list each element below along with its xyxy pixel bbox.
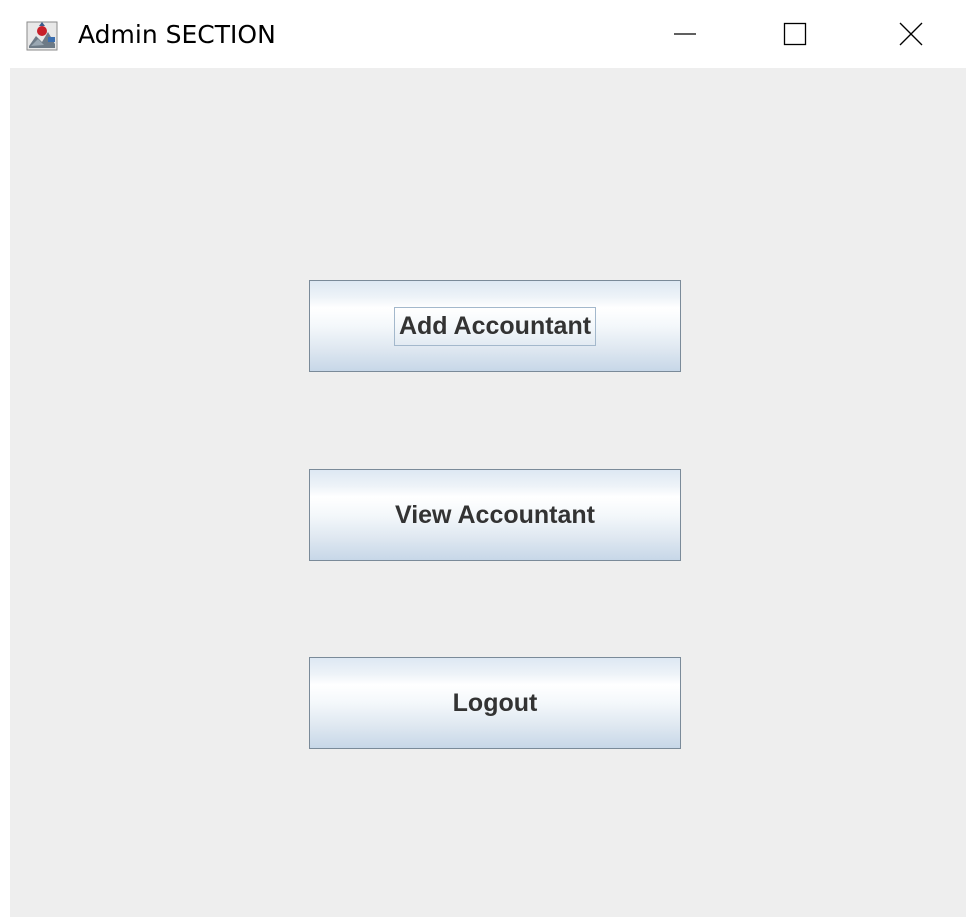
maximize-button[interactable]	[740, 0, 850, 68]
close-button[interactable]	[856, 0, 966, 68]
app-window: Admin SECTION Add Accountant View Accoun…	[0, 0, 966, 917]
view-accountant-label: View Accountant	[394, 500, 596, 529]
minimize-button[interactable]	[630, 0, 740, 68]
logout-label: Logout	[452, 688, 538, 717]
maximize-icon	[783, 22, 807, 46]
minimize-icon	[674, 33, 696, 35]
java-app-icon[interactable]	[26, 20, 58, 52]
window-title: Admin SECTION	[78, 20, 276, 49]
view-accountant-button[interactable]: View Accountant	[309, 469, 681, 561]
admin-panel: Add Accountant View Accountant Logout	[10, 68, 966, 917]
logout-button[interactable]: Logout	[309, 657, 681, 749]
title-bar[interactable]: Admin SECTION	[0, 0, 966, 68]
add-accountant-button[interactable]: Add Accountant	[309, 280, 681, 372]
close-icon	[899, 22, 923, 46]
add-accountant-label: Add Accountant	[393, 306, 597, 346]
